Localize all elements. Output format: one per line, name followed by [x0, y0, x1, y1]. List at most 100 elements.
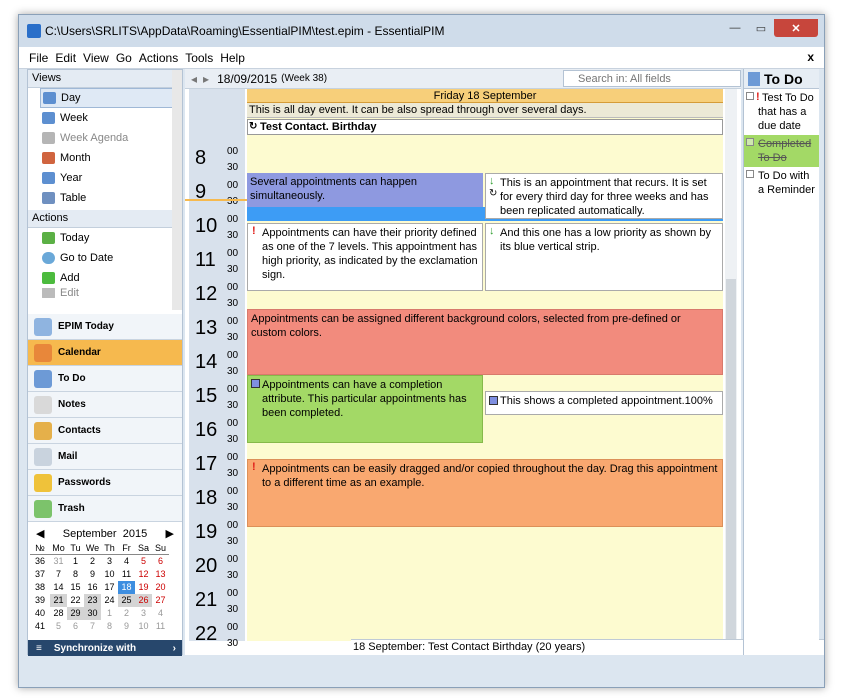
mini-calendar-day[interactable]: 23 [84, 594, 101, 607]
action-go-to-date[interactable]: Go to Date [28, 248, 182, 268]
mini-calendar-day[interactable]: 6 [152, 555, 169, 568]
view-week-agenda[interactable]: Week Agenda [28, 128, 182, 148]
mini-calendar-day[interactable]: 13 [152, 568, 169, 581]
day-header[interactable]: Friday 18 September [247, 89, 723, 103]
mini-calendar-day-header: We [84, 543, 101, 555]
mini-calendar-prev-button[interactable]: ◀ [36, 527, 44, 540]
mini-calendar-day[interactable]: 4 [152, 607, 169, 620]
action-edit[interactable]: Edit [28, 288, 182, 298]
mini-calendar-day[interactable]: 8 [67, 568, 84, 581]
mini-calendar-day[interactable]: 5 [50, 620, 67, 633]
mini-calendar-day[interactable]: 6 [67, 620, 84, 633]
todo-checkbox[interactable] [746, 170, 754, 178]
mini-calendar-day[interactable]: 9 [118, 620, 135, 633]
mini-calendar-day[interactable]: 2 [84, 555, 101, 568]
mini-calendar-day[interactable]: 3 [101, 555, 118, 568]
mini-calendar-day[interactable]: 5 [135, 555, 152, 568]
module-calendar[interactable]: Calendar [28, 340, 182, 366]
all-day-event[interactable]: This is all day event. It can be also sp… [247, 103, 723, 118]
menu-file[interactable]: File [29, 51, 48, 65]
mini-calendar-day[interactable]: 3 [135, 607, 152, 620]
search-input[interactable] [563, 70, 741, 87]
calendar-scrollbar[interactable] [725, 89, 737, 641]
mini-calendar-day[interactable]: 1 [67, 555, 84, 568]
module-mail[interactable]: Mail [28, 444, 182, 470]
mini-calendar-day[interactable]: 25 [118, 594, 135, 607]
appointment-low-priority[interactable]: ↓ And this one has a low priority as sho… [485, 223, 723, 291]
action-today[interactable]: Today [28, 228, 182, 248]
todo-checkbox-checked[interactable] [746, 138, 754, 146]
mini-calendar-day[interactable]: 7 [84, 620, 101, 633]
view-week[interactable]: Week [28, 108, 182, 128]
maximize-button[interactable]: ▭ [748, 19, 774, 37]
module-passwords[interactable]: Passwords [28, 470, 182, 496]
minimize-button[interactable]: — [722, 19, 748, 37]
action-add[interactable]: Add [28, 268, 182, 288]
mini-calendar-day[interactable]: 4 [118, 555, 135, 568]
mini-calendar-day[interactable]: 15 [67, 581, 84, 594]
mini-calendar-day[interactable]: 29 [67, 607, 84, 620]
calendar-scrollbar-thumb[interactable] [726, 279, 736, 639]
mini-calendar-day[interactable]: 21 [50, 594, 67, 607]
todo-item[interactable]: Completed To Do [744, 135, 819, 167]
mini-calendar-day[interactable]: 9 [84, 568, 101, 581]
synchronize-bar[interactable]: ≡ Synchronize with › [28, 640, 182, 656]
birthday-event[interactable]: ↻ Test Contact. Birthday [247, 119, 723, 135]
mini-calendar-day[interactable]: 18 [118, 581, 135, 594]
module-notes[interactable]: Notes [28, 392, 182, 418]
mini-calendar-day[interactable]: 17 [101, 581, 118, 594]
mini-calendar-day[interactable]: 11 [152, 620, 169, 633]
mini-calendar-day[interactable]: 19 [135, 581, 152, 594]
menu-edit[interactable]: Edit [55, 51, 76, 65]
todo-item[interactable]: ! Test To Do that has a due date [744, 89, 819, 135]
view-day[interactable]: Day [40, 88, 180, 108]
mini-calendar-day[interactable]: 2 [118, 607, 135, 620]
menu-tools[interactable]: Tools [185, 51, 213, 65]
hour-label: 15 [195, 385, 218, 407]
mini-calendar-day[interactable]: 10 [135, 620, 152, 633]
mini-calendar-day[interactable]: 11 [118, 568, 135, 581]
mini-calendar-day[interactable]: 8 [101, 620, 118, 633]
mini-calendar-day[interactable]: 1 [101, 607, 118, 620]
mini-calendar-day[interactable]: 10 [101, 568, 118, 581]
mini-calendar-day[interactable]: 27 [152, 594, 169, 607]
mini-calendar-day[interactable]: 14 [50, 581, 67, 594]
mini-calendar-day[interactable]: 7 [50, 568, 67, 581]
hour-label: 22 [195, 623, 218, 645]
mini-calendar-day[interactable]: 22 [67, 594, 84, 607]
menu-help[interactable]: Help [220, 51, 245, 65]
mini-calendar-day[interactable]: 20 [152, 581, 169, 594]
module-contacts[interactable]: Contacts [28, 418, 182, 444]
next-day-button[interactable]: ▸ [203, 72, 209, 86]
view-table[interactable]: Table [28, 188, 182, 208]
module-todo[interactable]: To Do [28, 366, 182, 392]
close-button[interactable]: ✕ [774, 19, 818, 37]
module-trash[interactable]: Trash [28, 496, 182, 522]
todo-checkbox[interactable] [746, 92, 754, 100]
view-month[interactable]: Month [28, 148, 182, 168]
appointment-colors[interactable]: Appointments can be assigned different b… [247, 309, 723, 375]
mini-calendar-day[interactable]: 24 [101, 594, 118, 607]
module-epim-today[interactable]: EPIM Today [28, 314, 182, 340]
appointment-drag[interactable]: ! Appointments can be easily dragged and… [247, 459, 723, 527]
todo-item[interactable]: To Do with a Reminder [744, 167, 819, 199]
mini-calendar-day[interactable]: 30 [84, 607, 101, 620]
mini-calendar-day[interactable]: 12 [135, 568, 152, 581]
mini-calendar-day[interactable]: 26 [135, 594, 152, 607]
appointment-simultaneous[interactable]: Several appointments can happen simultan… [247, 173, 483, 207]
menu-close-document-button[interactable]: x [807, 50, 814, 64]
prev-day-button[interactable]: ◂ [191, 72, 197, 86]
mini-calendar-day[interactable]: 28 [50, 607, 67, 620]
appointment-recurs[interactable]: ↓ ↻ This is an appointment that recurs. … [485, 173, 723, 219]
menu-view[interactable]: View [83, 51, 109, 65]
menu-actions[interactable]: Actions [139, 51, 178, 65]
views-scrollbar[interactable] [172, 70, 182, 310]
mini-calendar-day[interactable]: 31 [50, 555, 67, 568]
appointment-completion[interactable]: Appointments can have a completion attri… [247, 375, 483, 443]
mini-calendar-next-button[interactable]: ▶ [166, 527, 174, 540]
mini-calendar-day[interactable]: 16 [84, 581, 101, 594]
view-year[interactable]: Year [28, 168, 182, 188]
appointment-completed[interactable]: This shows a completed appointment.100% [485, 391, 723, 415]
appointment-priority[interactable]: ! Appointments can have their priority d… [247, 223, 483, 291]
menu-go[interactable]: Go [116, 51, 132, 65]
